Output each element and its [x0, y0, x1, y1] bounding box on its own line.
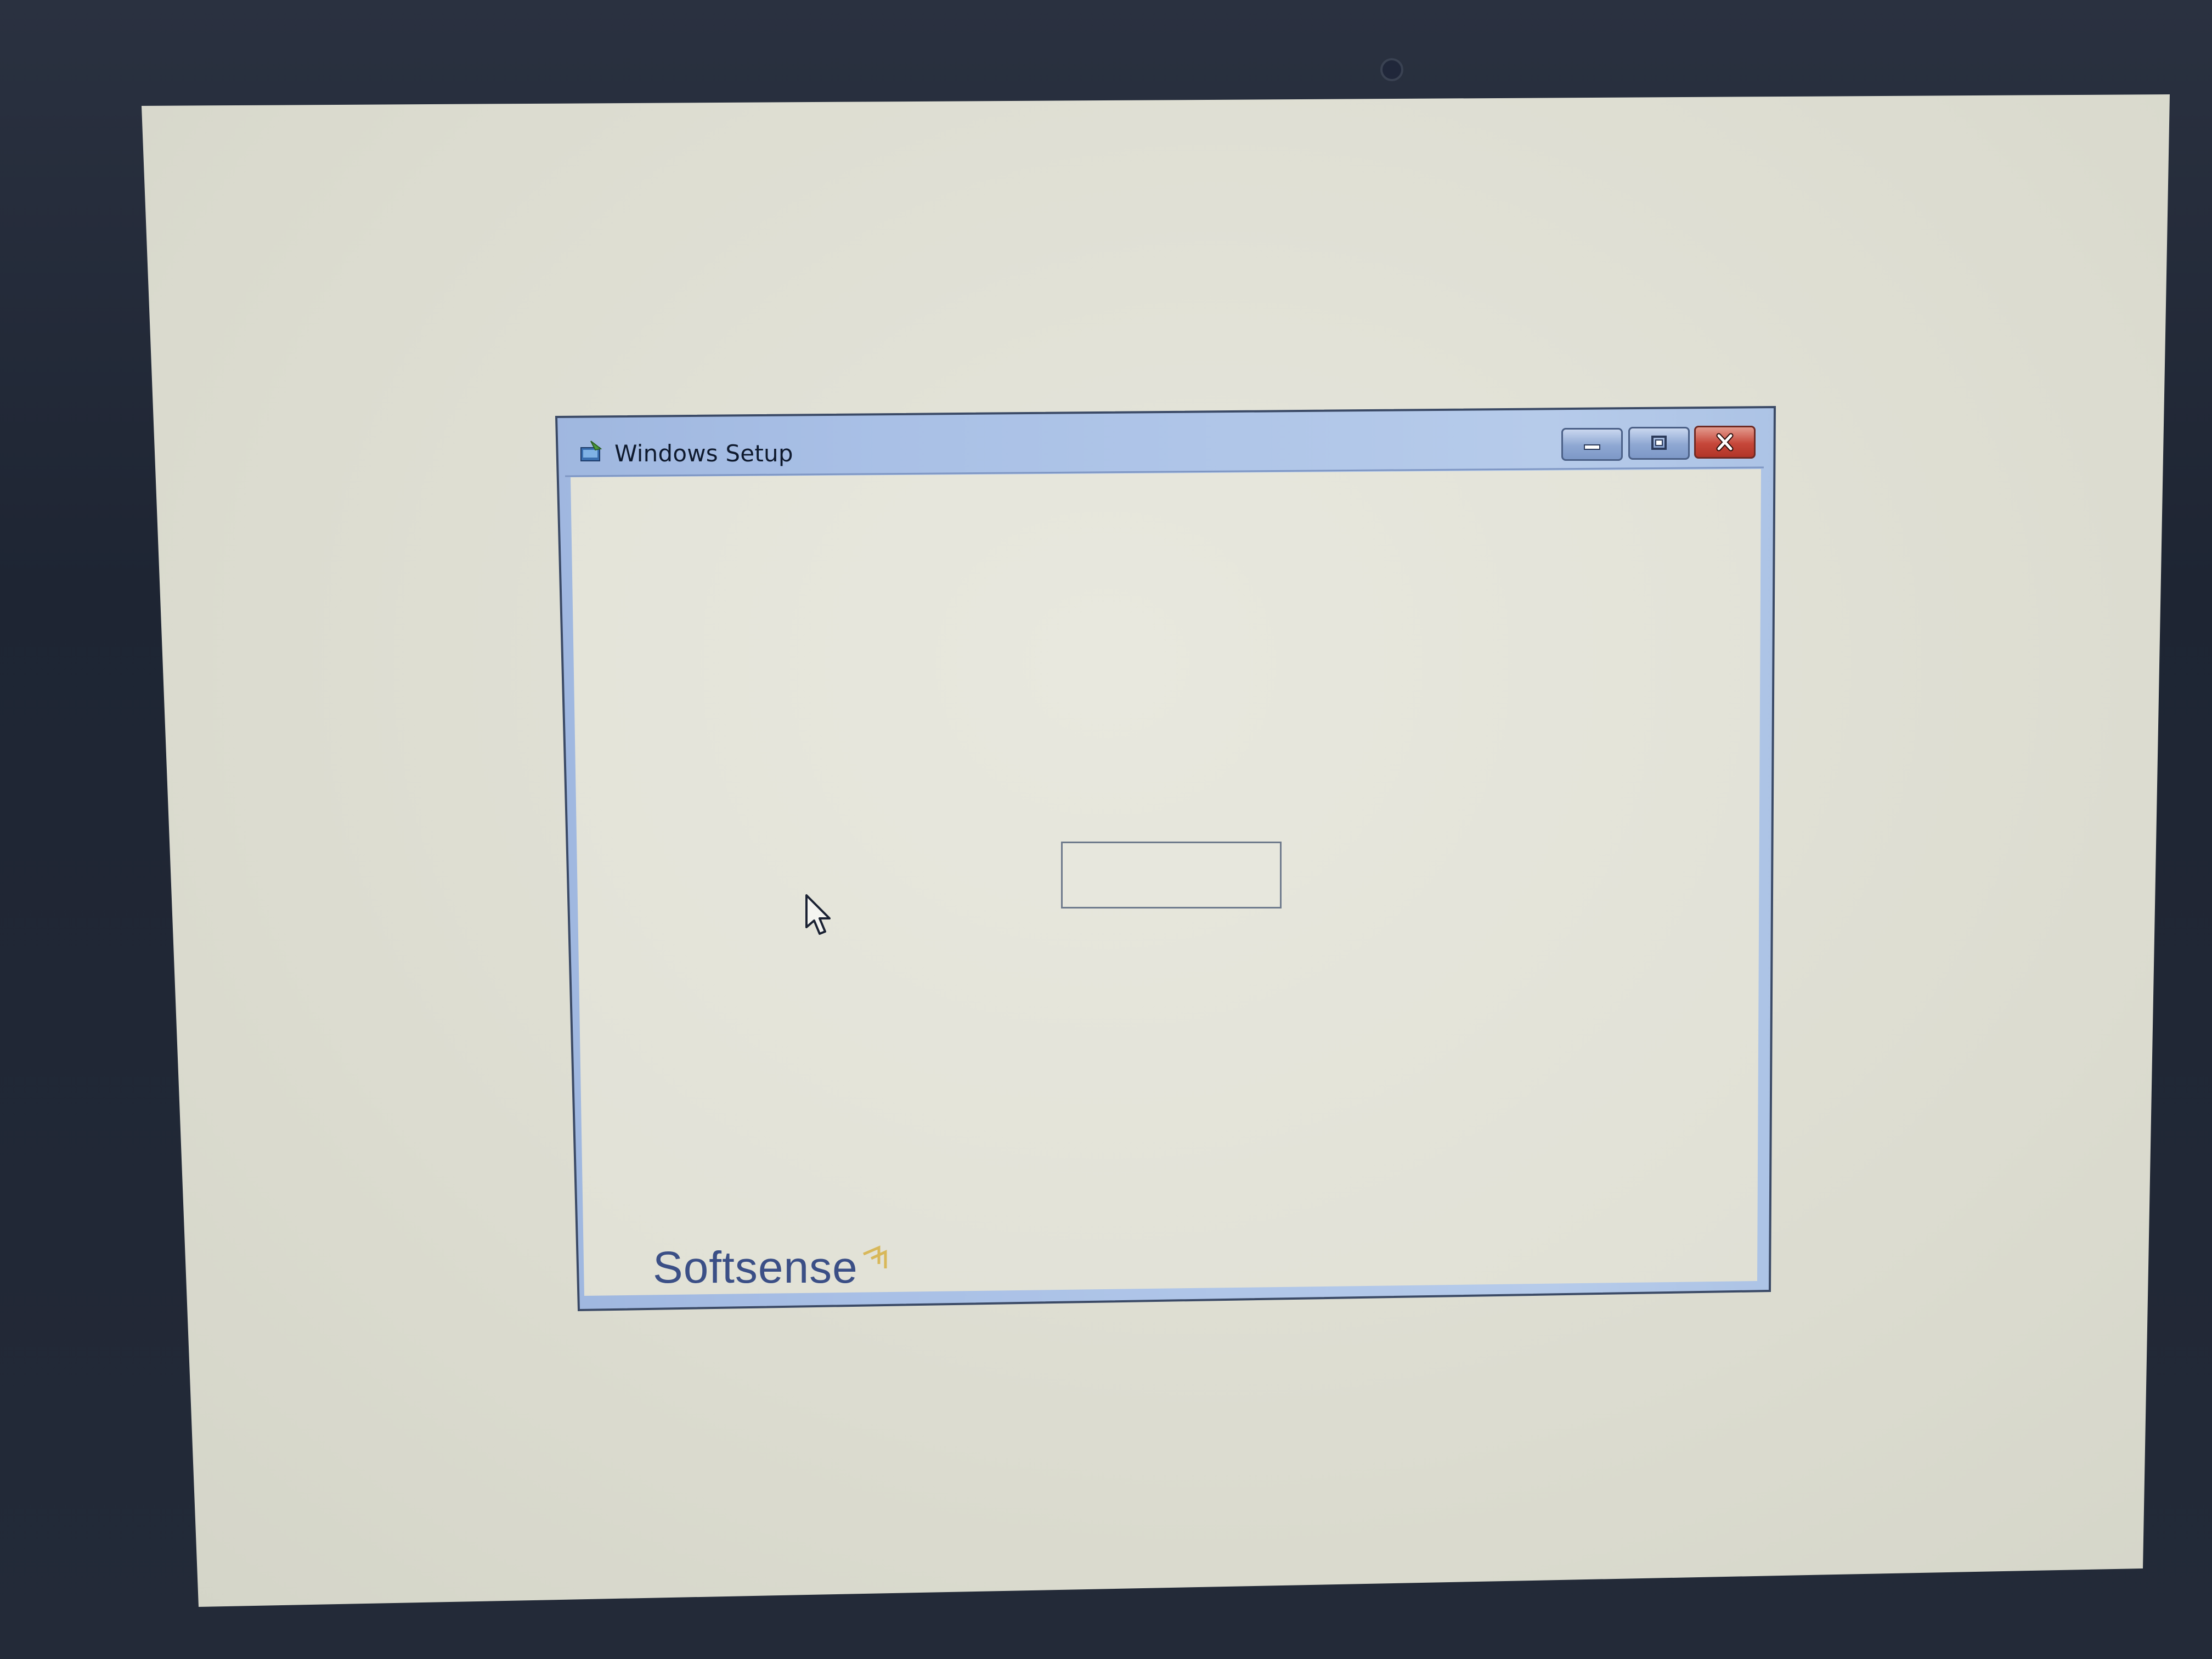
- logo-mark-icon: [862, 1245, 887, 1268]
- close-button[interactable]: [1694, 426, 1756, 459]
- arrow-cursor-icon: [805, 894, 831, 935]
- window-title: Windows Setup: [614, 440, 793, 467]
- close-icon: [1716, 433, 1734, 452]
- logo-text: Softsense: [653, 1243, 858, 1293]
- setup-icon: [580, 441, 602, 461]
- minimize-icon: [1584, 444, 1600, 450]
- minimize-button[interactable]: [1561, 428, 1623, 461]
- softsense-logo: Softsense: [653, 1245, 892, 1290]
- progress-placeholder-box: [1061, 842, 1282, 909]
- maximize-button[interactable]: [1628, 427, 1690, 460]
- maximize-icon: [1651, 436, 1667, 450]
